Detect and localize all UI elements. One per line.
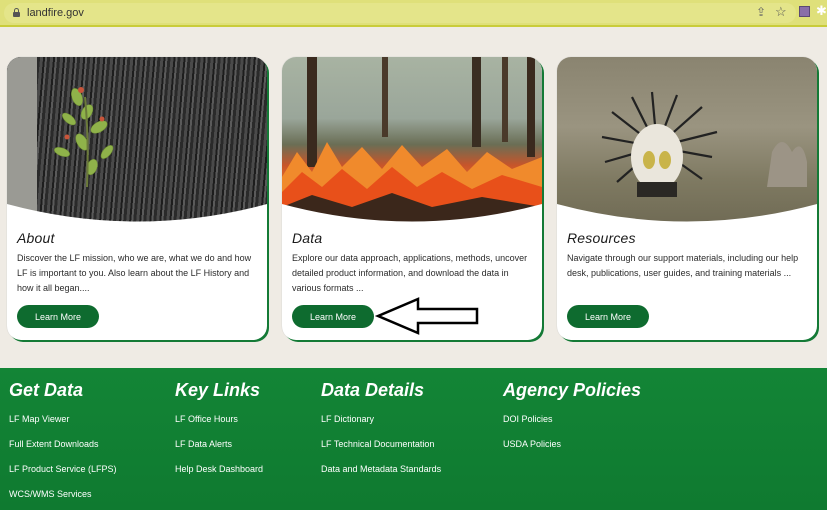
lock-icon[interactable] bbox=[13, 8, 20, 17]
footer-heading: Agency Policies bbox=[503, 380, 642, 400]
footer-link[interactable]: USDA Policies bbox=[503, 439, 641, 464]
bookmark-star-icon[interactable]: ☆ bbox=[775, 4, 787, 20]
learn-more-button[interactable]: Learn More bbox=[17, 305, 99, 328]
annotation-arrow-icon bbox=[374, 297, 479, 335]
card-description: Navigate through our support materials, … bbox=[567, 253, 799, 278]
card-title: About bbox=[17, 230, 55, 246]
browser-toolbar: landfire.gov ⇪ ☆ ✱ bbox=[0, 0, 827, 27]
puzzle-icon[interactable]: ✱ bbox=[816, 3, 827, 19]
share-icon[interactable]: ⇪ bbox=[756, 5, 766, 19]
card-resources: Resources Navigate through our support m… bbox=[557, 57, 817, 340]
address-bar[interactable]: landfire.gov ⇪ ☆ bbox=[4, 3, 796, 23]
card-description: Discover the LF mission, who we are, wha… bbox=[17, 253, 252, 293]
url-text[interactable]: landfire.gov bbox=[27, 7, 84, 19]
extension-icon[interactable] bbox=[799, 6, 810, 17]
footer-link[interactable]: LF Dictionary bbox=[321, 414, 441, 439]
footer-link[interactable]: LF Map Viewer bbox=[9, 414, 117, 439]
footer-link[interactable]: Help Desk Dashboard bbox=[175, 464, 263, 489]
footer-heading: Data Details bbox=[321, 380, 425, 400]
footer-heading: Key Links bbox=[175, 380, 261, 400]
footer-link[interactable]: LF Data Alerts bbox=[175, 439, 263, 464]
footer-link[interactable]: Full Extent Downloads bbox=[9, 439, 117, 464]
footer-link[interactable]: WCS/WMS Services bbox=[9, 489, 117, 510]
card-description: Explore our data approach, applications,… bbox=[292, 253, 528, 293]
footer-link[interactable]: LF Office Hours bbox=[175, 414, 263, 439]
footer-heading: Get Data bbox=[9, 380, 84, 400]
card-title: Data bbox=[292, 230, 323, 246]
footer-link[interactable]: LF Product Service (LFPS) bbox=[9, 464, 117, 489]
footer-link[interactable]: Data and Metadata Standards bbox=[321, 464, 441, 489]
footer-column-agency-policies: Agency Policies DOI Policies USDA Polici… bbox=[503, 380, 641, 464]
card-about: About Discover the LF mission, who we ar… bbox=[7, 57, 267, 340]
learn-more-button[interactable]: Learn More bbox=[292, 305, 374, 328]
footer-link[interactable]: LF Technical Documentation bbox=[321, 439, 441, 464]
footer-column-data-details: Data Details LF Dictionary LF Technical … bbox=[321, 380, 441, 489]
footer-column-get-data: Get Data LF Map Viewer Full Extent Downl… bbox=[9, 380, 117, 510]
learn-more-button[interactable]: Learn More bbox=[567, 305, 649, 328]
card-title: Resources bbox=[567, 230, 636, 246]
footer-link[interactable]: DOI Policies bbox=[503, 414, 641, 439]
site-footer: Get Data LF Map Viewer Full Extent Downl… bbox=[0, 368, 827, 510]
footer-column-key-links: Key Links LF Office Hours LF Data Alerts… bbox=[175, 380, 263, 489]
